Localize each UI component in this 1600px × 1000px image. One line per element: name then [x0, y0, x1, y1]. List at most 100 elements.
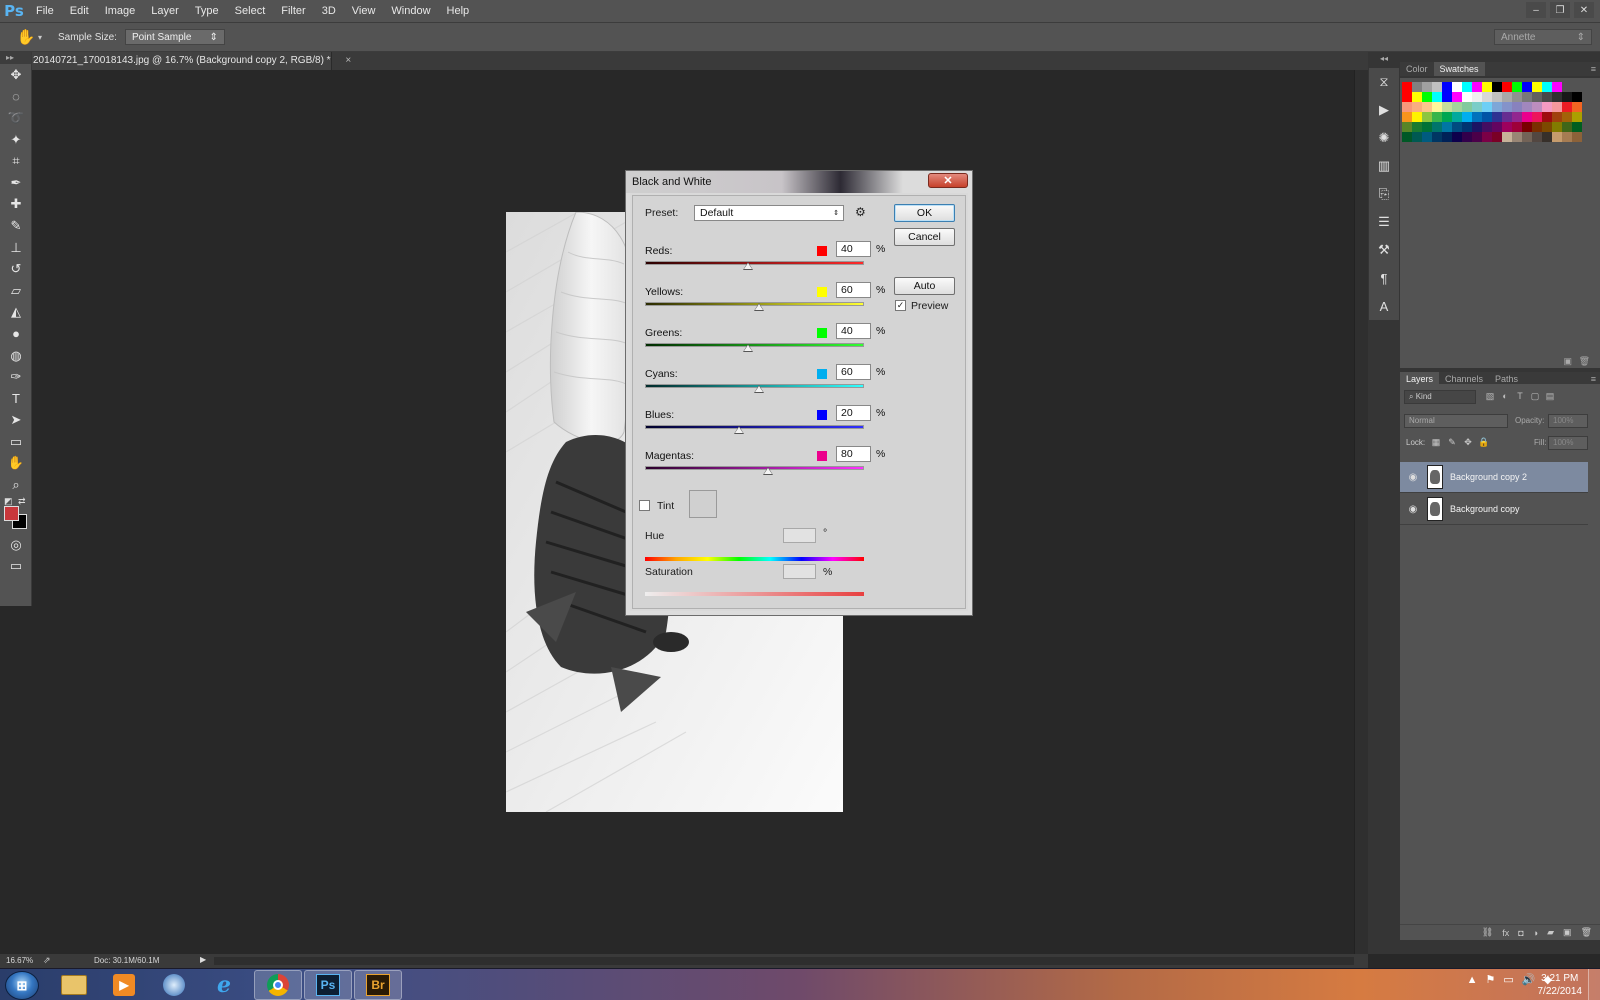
menu-item[interactable]: Select — [227, 0, 274, 22]
hand-icon[interactable]: ✋ — [0, 453, 32, 475]
trash-icon[interactable]: 🗑 — [1581, 927, 1592, 938]
color-swatch[interactable] — [1442, 82, 1452, 92]
color-swatch[interactable] — [1472, 112, 1482, 122]
color-swatch[interactable] — [1532, 122, 1542, 132]
paint-bucket-icon[interactable]: ◭ — [0, 302, 32, 324]
color-swatch[interactable] — [1432, 132, 1442, 142]
history-icon[interactable]: ⧖ — [1369, 68, 1399, 96]
show-desktop-button[interactable] — [1588, 969, 1600, 1000]
channel-slider-thumb[interactable] — [742, 344, 753, 352]
color-swatch[interactable] — [1502, 82, 1512, 92]
horizontal-scrollbar[interactable] — [214, 957, 1354, 965]
color-swatch[interactable] — [1462, 92, 1472, 102]
auto-button[interactable]: Auto — [894, 277, 955, 295]
color-swatch[interactable] — [1402, 132, 1412, 142]
color-swatch[interactable] — [1482, 82, 1492, 92]
color-swatch[interactable] — [1402, 92, 1412, 102]
preset-select[interactable]: Default ⇕ — [694, 205, 844, 221]
color-swatch[interactable] — [1482, 92, 1492, 102]
color-swatch[interactable] — [1462, 122, 1472, 132]
opacity-input[interactable]: 100% — [1548, 414, 1588, 428]
color-swatch[interactable] — [1492, 122, 1502, 132]
menu-item[interactable]: File — [28, 0, 62, 22]
color-swatch[interactable] — [1442, 112, 1452, 122]
color-swatch[interactable] — [1422, 82, 1432, 92]
color-swatch[interactable] — [1562, 102, 1572, 112]
show-hidden-icons-icon[interactable]: ▲ — [1467, 974, 1478, 986]
zoom-level[interactable]: 16.67% — [6, 956, 33, 965]
color-swatch[interactable] — [1522, 102, 1532, 112]
color-swatch[interactable] — [1542, 92, 1552, 102]
minimize-icon[interactable]: – — [1526, 2, 1546, 18]
color-swatch[interactable] — [1402, 122, 1412, 132]
color-swatch[interactable] — [1412, 102, 1422, 112]
channel-slider-track[interactable] — [645, 261, 864, 265]
color-swatch[interactable] — [1402, 82, 1412, 92]
tool-preset-dropdown-icon[interactable]: ▾ — [38, 33, 42, 42]
workspace-select[interactable]: Annette ⇕ — [1494, 29, 1592, 45]
channel-slider-track[interactable] — [645, 425, 864, 429]
color-swatch[interactable] — [1532, 112, 1542, 122]
eye-icon[interactable]: ◉ — [1406, 472, 1420, 483]
color-swatch[interactable] — [1532, 102, 1542, 112]
close-icon[interactable]: ✕ — [928, 173, 968, 188]
color-swatch[interactable] — [1422, 122, 1432, 132]
color-swatch[interactable] — [1572, 102, 1582, 112]
channel-slider-thumb[interactable] — [753, 303, 764, 311]
healing-brush-icon[interactable]: ✚ — [0, 194, 32, 216]
eye-icon[interactable]: ◉ — [1406, 504, 1420, 515]
color-swatch[interactable] — [1532, 82, 1542, 92]
menu-item[interactable]: Edit — [62, 0, 97, 22]
color-swatch[interactable] — [1572, 112, 1582, 122]
layer-row[interactable]: ◉ Background copy — [1400, 494, 1588, 525]
color-swatch[interactable] — [1422, 132, 1432, 142]
tools-panel-header[interactable]: ▸▸ — [0, 52, 31, 64]
menu-item[interactable]: Image — [97, 0, 144, 22]
color-swatch[interactable] — [1512, 112, 1522, 122]
color-swatch[interactable] — [1492, 132, 1502, 142]
color-swatch[interactable] — [1562, 92, 1572, 102]
color-swatch[interactable] — [1502, 122, 1512, 132]
fill-input[interactable]: 100% — [1548, 436, 1588, 450]
adjustments-icon[interactable]: ▥ — [1369, 152, 1399, 180]
character-icon[interactable]: A — [1369, 292, 1399, 320]
color-swatch[interactable] — [1482, 122, 1492, 132]
cancel-button[interactable]: Cancel — [894, 228, 955, 246]
lock-position-icon[interactable]: ✥ — [1462, 436, 1474, 448]
internet-explorer-icon[interactable]: e — [200, 970, 248, 1000]
color-swatch[interactable] — [1412, 92, 1422, 102]
vertical-scrollbar[interactable] — [1354, 70, 1368, 954]
clock[interactable]: 3:21 PM 7/22/2014 — [1538, 972, 1583, 998]
rectangle-icon[interactable]: ▭ — [0, 431, 32, 453]
ok-button[interactable]: OK — [894, 204, 955, 222]
channel-value-input[interactable]: 80 — [836, 446, 871, 462]
dialog-titlebar[interactable]: Black and White ✕ — [626, 171, 972, 193]
export-icon[interactable]: ⇗ — [43, 955, 51, 966]
chrome-icon[interactable] — [254, 970, 302, 1000]
path-selection-icon[interactable]: ➤ — [0, 410, 32, 432]
sample-size-select[interactable]: Point Sample ⇕ — [124, 29, 225, 45]
screen-mode-icon[interactable]: ▭ — [0, 555, 32, 577]
foreground-color[interactable] — [4, 505, 19, 521]
color-swatch[interactable] — [1492, 112, 1502, 122]
color-swatch[interactable] — [1572, 92, 1582, 102]
color-swatch[interactable] — [1442, 122, 1452, 132]
color-swatch[interactable] — [1502, 92, 1512, 102]
actions-icon[interactable]: ▶ — [1369, 96, 1399, 124]
history-brush-icon[interactable]: ↺ — [0, 258, 32, 280]
close-icon[interactable]: × — [345, 55, 351, 66]
document-tab[interactable]: 20140721_170018143.jpg @ 16.7% (Backgrou… — [32, 52, 351, 70]
color-swatch[interactable] — [1542, 82, 1552, 92]
type-filter-icon[interactable]: T — [1514, 390, 1526, 402]
channel-slider-track[interactable] — [645, 466, 864, 470]
channel-slider-thumb[interactable] — [742, 262, 753, 270]
windows-explorer-icon[interactable] — [50, 970, 98, 1000]
marquee-icon[interactable]: ◌ — [0, 86, 32, 108]
color-swatch[interactable] — [1462, 102, 1472, 112]
channel-value-input[interactable]: 40 — [836, 323, 871, 339]
tint-color-swatch[interactable] — [689, 490, 717, 518]
layer-mask-icon[interactable]: ◘ — [1518, 928, 1523, 938]
color-swatch[interactable] — [1422, 92, 1432, 102]
color-swatch[interactable] — [1472, 102, 1482, 112]
color-swatch[interactable] — [1512, 102, 1522, 112]
